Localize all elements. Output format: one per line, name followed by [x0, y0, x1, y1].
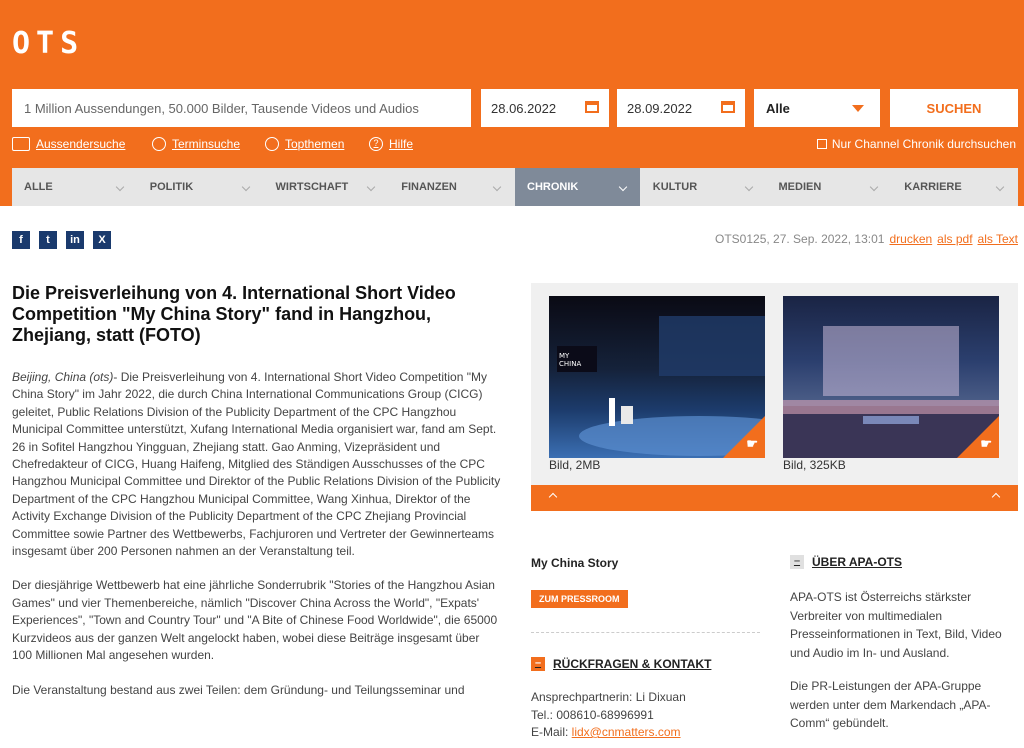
contact-phone: Tel.: 008610-68996991 [531, 707, 654, 722]
email-label: E-Mail: [531, 725, 572, 739]
tab-medien[interactable]: MEDIEN [767, 168, 893, 206]
article-id-date: OTS0125, 27. Sep. 2022, 13:01 [715, 232, 885, 246]
lead-location: Beijing, China (ots) [12, 370, 114, 384]
category-select[interactable]: Alle [754, 89, 880, 127]
about-text: APA-OTS ist Österreichs stärkster Verbre… [790, 588, 1020, 748]
xing-icon[interactable]: X [93, 231, 111, 249]
date-to-value: 28.09.2022 [627, 100, 693, 116]
link-terminsuche[interactable]: Terminsuche [152, 137, 240, 151]
link-label: Terminsuche [172, 137, 241, 151]
clock-icon [152, 137, 166, 151]
chevron-up-icon[interactable] [548, 492, 558, 502]
tab-alle[interactable]: ALLE [12, 168, 138, 206]
gallery-image[interactable]: ☛ [783, 296, 999, 458]
twitter-icon[interactable]: t [39, 231, 57, 249]
link-topthemen[interactable]: Topthemen [265, 137, 344, 151]
date-to-field[interactable]: 28.09.2022 [617, 89, 745, 127]
article-paragraph: Der diesjährige Wettbewerb hat eine jähr… [12, 578, 498, 663]
social-share: f t in X [12, 231, 111, 249]
svg-text:MY: MY [559, 352, 570, 360]
tab-kultur[interactable]: KULTUR [641, 168, 767, 206]
link-hilfe[interactable]: ? Hilfe [369, 137, 413, 151]
link-label: Hilfe [389, 137, 414, 151]
image-label: Bild, 325KB [783, 458, 846, 472]
date-from-field[interactable]: 28.06.2022 [481, 89, 609, 127]
hand-pointer-icon: ☛ [980, 436, 992, 451]
tab-politik[interactable]: POLITIK [138, 168, 264, 206]
chevron-up-icon[interactable] [991, 492, 1001, 502]
stage-photo: MY CHINA [557, 316, 765, 456]
article-title: Die Preisverleihung von 4. International… [12, 283, 456, 345]
gallery-image[interactable]: MY CHINA ☛ [549, 296, 765, 458]
image-label: Bild, 2MB [549, 458, 601, 472]
facebook-icon[interactable]: f [12, 231, 30, 249]
category-nav: ALLE POLITIK WIRTSCHAFT FINANZEN CHRONIK… [12, 168, 1018, 206]
tab-chronik[interactable]: CHRONIK [515, 168, 641, 206]
contact-info: Ansprechpartnerin: Li Dixuan Tel.: 00861… [531, 689, 686, 742]
about-heading-label: ÜBER APA-OTS [812, 555, 902, 569]
about-paragraph: APA-OTS ist Österreichs stärkster Verbre… [790, 590, 1002, 660]
article-body: Beijing, China (ots)- Die Preisverleihun… [12, 369, 502, 716]
link-aussendersuche[interactable]: Aussendersuche [12, 137, 125, 151]
tab-karriere[interactable]: KARRIERE [892, 168, 1018, 206]
category-select-value: Alle [766, 100, 790, 116]
calendar-icon[interactable] [585, 101, 599, 113]
group-photo [783, 326, 999, 458]
paragraph-text: - Die Preisverleihung von 4. Internation… [12, 370, 501, 559]
sub-links: Aussendersuche Terminsuche Topthemen ? H… [12, 137, 1016, 153]
pdf-link[interactable]: als pdf [937, 232, 972, 246]
hand-pointer-icon: ☛ [746, 436, 758, 451]
ots-logo[interactable]: OTS [12, 26, 84, 61]
about-paragraph: Die PR-Leistungen der APA-Gruppe werden … [790, 679, 991, 730]
article-paragraph: Die Veranstaltung bestand aus zwei Teile… [12, 682, 465, 697]
help-icon: ? [369, 137, 383, 151]
chevron-down-icon [852, 105, 864, 112]
divider [531, 632, 760, 633]
minus-icon[interactable]: – [790, 555, 804, 569]
about-heading[interactable]: – ÜBER APA-OTS [790, 555, 902, 569]
tab-wirtschaft[interactable]: WIRTSCHAFT [264, 168, 390, 206]
article-paragraph: Beijing, China (ots)- Die Preisverleihun… [12, 369, 502, 560]
search-input[interactable]: 1 Million Aussendungen, 50.000 Bilder, T… [12, 89, 471, 127]
calendar-icon[interactable] [721, 101, 735, 113]
contact-person: Ansprechpartnerin: Li Dixuan [531, 690, 686, 704]
link-label: Aussendersuche [36, 137, 126, 151]
svg-text:CHINA: CHINA [559, 360, 581, 368]
linkedin-icon[interactable]: in [66, 231, 84, 249]
contact-email-row: E-Mail: lidx@cnmatters.com [531, 724, 686, 742]
search-button[interactable]: SUCHEN [890, 89, 1018, 127]
checkbox-icon[interactable] [816, 139, 827, 149]
link-label: Topthemen [285, 137, 345, 151]
print-link[interactable]: drucken [889, 232, 932, 246]
channel-checkbox[interactable]: Nur Channel Chronik durchsuchen [816, 137, 1016, 151]
minus-icon[interactable]: – [531, 657, 545, 671]
email-link[interactable]: lidx@cnmatters.com [572, 725, 681, 739]
channel-checkbox-label: Nur Channel Chronik durchsuchen [831, 137, 1016, 151]
gallery-collapse-bar[interactable] [531, 485, 1018, 511]
date-from-value: 28.06.2022 [491, 100, 557, 116]
header: OTS 1 Million Aussendungen, 50.000 Bilde… [0, 0, 1024, 206]
tab-finanzen[interactable]: FINANZEN [389, 168, 515, 206]
contact-heading[interactable]: – RÜCKFRAGEN & KONTAKT [531, 657, 711, 671]
image-gallery: MY CHINA ☛ Bild, 2MB ☛ Bild, 325KB [531, 283, 1018, 511]
compass-icon [265, 137, 279, 151]
text-link[interactable]: als Text [978, 232, 1018, 246]
building-icon [12, 137, 30, 151]
pressroom-button[interactable]: ZUM PRESSROOM [531, 590, 628, 608]
company-name[interactable]: My China Story [531, 556, 618, 570]
contact-heading-label: RÜCKFRAGEN & KONTAKT [553, 657, 712, 671]
article-meta: OTS0125, 27. Sep. 2022, 13:01 drucken al… [715, 232, 1018, 246]
